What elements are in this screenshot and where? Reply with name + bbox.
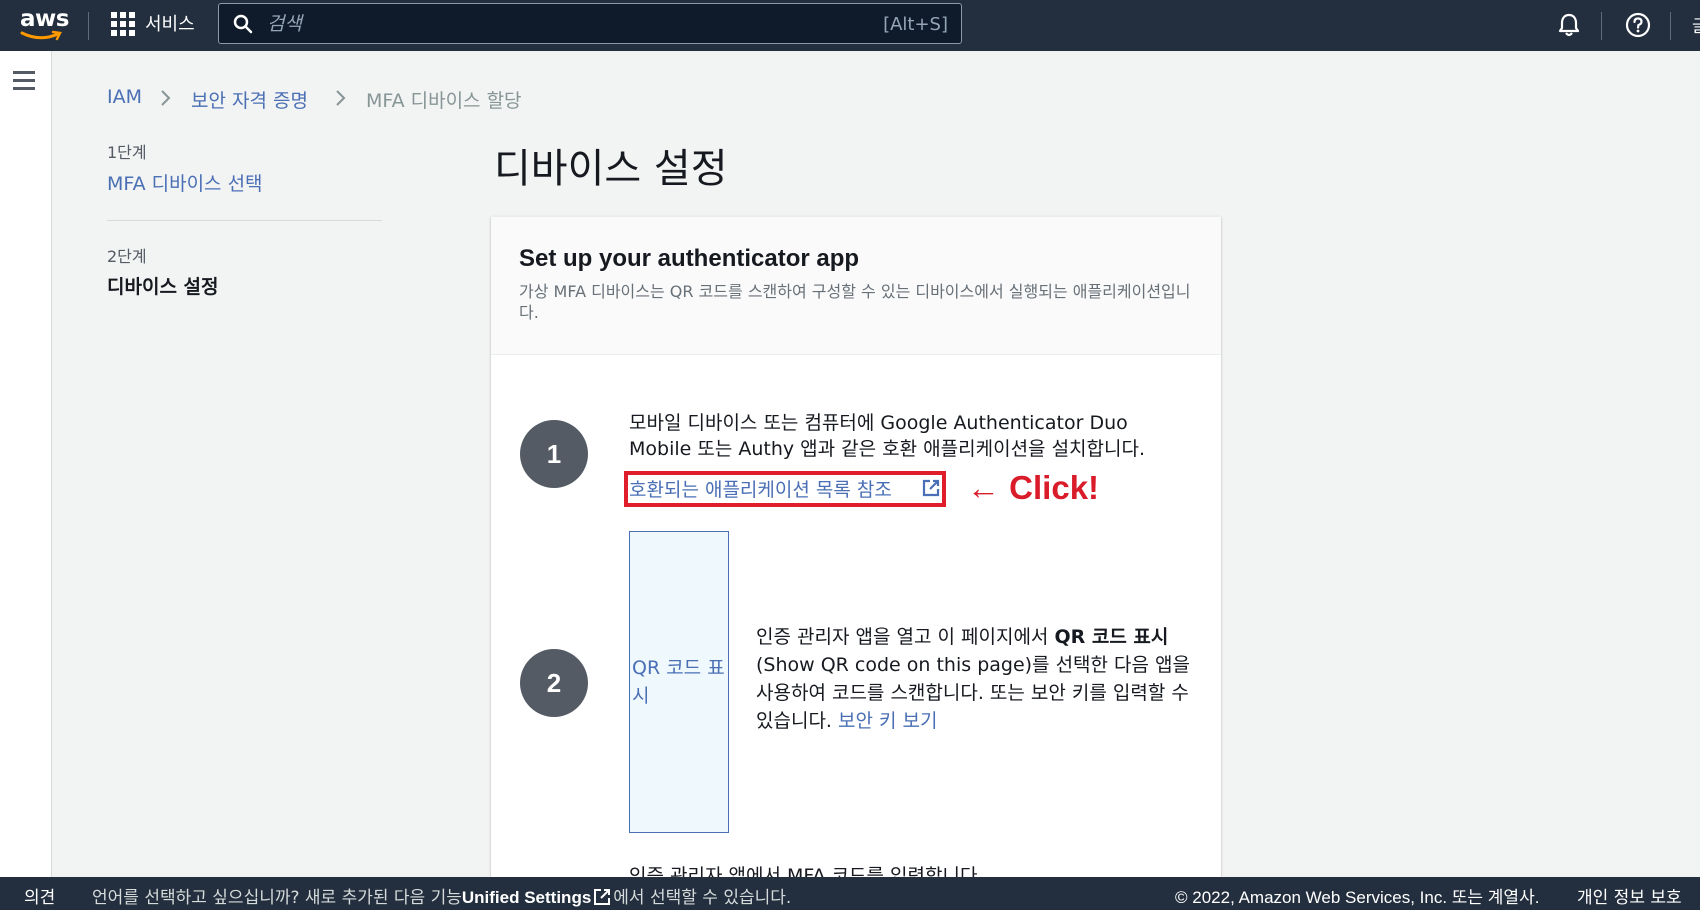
footer: 의견 언어를 선택하고 싶으십니까? 새로 추가된 다음 기능Unified S… xyxy=(0,877,1700,910)
search-input[interactable] xyxy=(267,10,827,38)
services-grid-icon[interactable] xyxy=(111,12,135,36)
external-link-icon xyxy=(594,889,611,905)
chevron-right-icon xyxy=(161,90,171,106)
step-number: 2단계 xyxy=(107,247,147,266)
nav-divider xyxy=(1670,12,1671,40)
hamburger-menu-icon[interactable] xyxy=(13,71,35,91)
search-icon xyxy=(233,14,253,34)
step-divider xyxy=(107,220,382,221)
step-2-text-after: (Show QR code on this page)를 선택한 다음 앱을 사… xyxy=(756,654,1191,732)
show-secret-key-link[interactable]: 보안 키 보기 xyxy=(838,710,937,732)
breadcrumb-current-page: MFA 디바이스 할당 xyxy=(366,90,522,112)
privacy-link[interactable]: 개인 정보 보호 xyxy=(1577,883,1682,908)
top-navigation: aws 서비스 [Alt+S] 글 xyxy=(0,0,1700,51)
feedback-link[interactable]: 의견 xyxy=(24,883,55,908)
step-link-select-device[interactable]: MFA 디바이스 선택 xyxy=(107,169,263,196)
language-notice-text: 언어를 선택하고 싶으십니까? 새로 추가된 다음 기능 xyxy=(92,888,462,908)
step-number: 1단계 xyxy=(107,143,147,162)
step-2-instructions: 인증 관리자 앱을 열고 이 페이지에서 QR 코드 표시 (Show QR c… xyxy=(756,623,1196,735)
notifications-bell-icon[interactable] xyxy=(1555,11,1583,39)
card-title: Set up your authenticator app xyxy=(519,245,860,272)
chevron-right-icon xyxy=(336,90,346,106)
help-icon[interactable] xyxy=(1624,11,1652,39)
breadcrumb-iam[interactable]: IAM xyxy=(107,86,142,108)
card-header: Set up your authenticator app 가상 MFA 디바이… xyxy=(491,217,1221,355)
page-title: 디바이스 설정 xyxy=(494,146,728,192)
search-shortcut-hint: [Alt+S] xyxy=(883,14,948,35)
step-2-text-bold: QR 코드 표시 xyxy=(1054,626,1169,648)
copyright-text: © 2022, Amazon Web Services, Inc. 또는 계열사… xyxy=(1175,888,1540,907)
nav-divider xyxy=(88,12,89,40)
step-1-badge: 1 xyxy=(520,420,588,488)
language-notice-suffix: 에서 선택할 수 있습니다. xyxy=(613,888,792,908)
show-qr-code-button[interactable]: QR 코드 표시 xyxy=(629,531,729,833)
account-menu-button[interactable]: 글 xyxy=(1692,12,1700,37)
authenticator-setup-card: Set up your authenticator app 가상 MFA 디바이… xyxy=(491,216,1221,878)
compatible-apps-link[interactable]: 호환되는 애플리케이션 목록 참조 xyxy=(629,475,892,502)
external-link-icon[interactable] xyxy=(921,478,941,498)
breadcrumb-security-credentials[interactable]: 보안 자격 증명 xyxy=(191,86,308,113)
step-1-instructions: 모바일 디바이스 또는 컴퓨터에 Google Authenticator Du… xyxy=(629,412,1146,460)
step-3-instructions: 인증 관리자 앱에서 MFA 코드를 입력합니다. xyxy=(629,865,984,878)
aws-logo-text: aws xyxy=(20,6,69,32)
step-2-badge: 2 xyxy=(520,649,588,717)
nav-divider xyxy=(1601,12,1602,40)
unified-settings-link[interactable]: Unified Settings xyxy=(462,888,591,907)
show-qr-code-label: QR 코드 표시 xyxy=(632,657,725,707)
aws-logo[interactable]: aws xyxy=(20,6,69,44)
side-navigation-rail xyxy=(0,51,52,877)
aws-smile-icon xyxy=(20,30,62,41)
language-notice: 언어를 선택하고 싶으십니까? 새로 추가된 다음 기능Unified Sett… xyxy=(92,883,791,908)
click-annotation: ← Click! xyxy=(967,469,1100,506)
services-menu-button[interactable]: 서비스 xyxy=(145,10,195,36)
card-description: 가상 MFA 디바이스는 QR 코드를 스캔하여 구성할 수 있는 디바이스에서… xyxy=(519,282,1191,322)
search-box[interactable]: [Alt+S] xyxy=(218,3,962,44)
step-current-setup-device: 디바이스 설정 xyxy=(107,276,219,298)
step-2-text-before: 인증 관리자 앱을 열고 이 페이지에서 xyxy=(756,626,1055,648)
